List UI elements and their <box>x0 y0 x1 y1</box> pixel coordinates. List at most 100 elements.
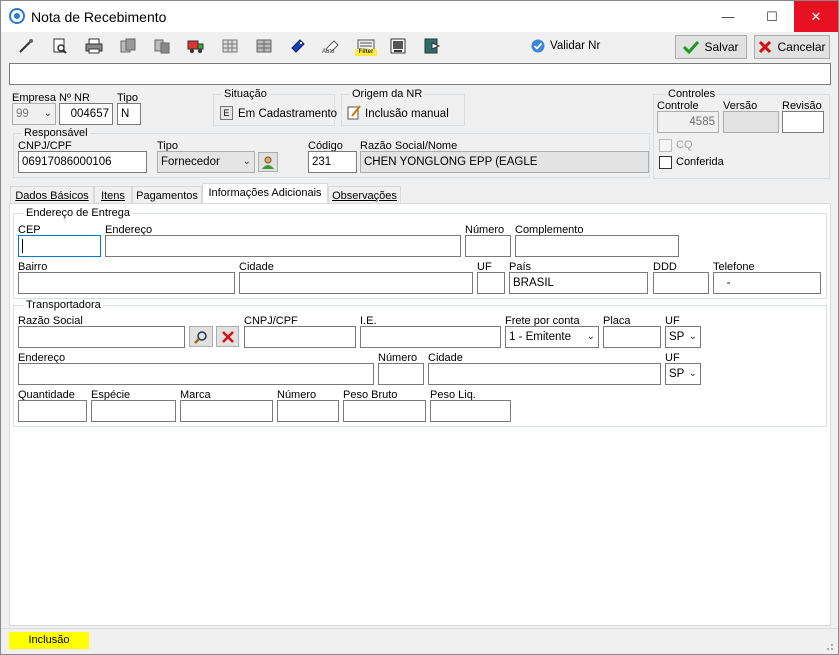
conferida-checkbox[interactable] <box>659 156 672 169</box>
origem-title: Origem da NR <box>350 88 425 100</box>
preview-icon[interactable] <box>51 38 69 56</box>
search-icon <box>194 330 207 344</box>
marca-field[interactable] <box>180 400 273 422</box>
endereco-entrega-title: Endereço de Entrega <box>24 207 132 219</box>
grid-icon[interactable] <box>221 38 239 56</box>
print-icon[interactable] <box>85 38 103 56</box>
chevron-down-icon: ⌄ <box>242 156 251 167</box>
cancel-button[interactable]: Cancelar <box>754 35 830 59</box>
toolbar: Auto Filter Validar Nr Salvar Cancelar <box>9 34 831 60</box>
minimize-button[interactable]: — <box>706 1 750 32</box>
window: Nota de Recebimento — ☐ ✕ Auto Filter Va… <box>0 0 839 655</box>
telefone-field[interactable]: - <box>713 272 821 294</box>
ie-field[interactable] <box>360 326 501 348</box>
especie-field[interactable] <box>91 400 176 422</box>
versao-field <box>723 111 779 133</box>
auto-label: Auto <box>322 49 335 55</box>
razao-field: CHEN YONGLONG EPP (EAGLE <box>360 151 649 173</box>
message-bar <box>9 63 831 85</box>
transp-uf-select[interactable]: SP ⌄ <box>665 326 701 348</box>
copy-icon[interactable] <box>119 38 137 56</box>
save-label: Salvar <box>704 40 739 54</box>
transp-cnpj-field[interactable] <box>244 326 356 348</box>
cancel-label: Cancelar <box>777 40 826 54</box>
save-button[interactable]: Salvar <box>675 35 747 59</box>
close-button[interactable]: ✕ <box>794 1 838 32</box>
copy-alt-icon[interactable] <box>153 38 171 56</box>
responsavel-title: Responsável <box>22 127 90 139</box>
origem-group: Origem da NR Inclusão manual <box>341 88 465 126</box>
tipo-field[interactable]: N <box>117 103 141 125</box>
pencil-note-icon <box>347 105 361 120</box>
peso-bruto-field[interactable] <box>343 400 426 422</box>
nr-field[interactable]: 004657 <box>59 103 113 125</box>
resize-grip-icon[interactable] <box>824 641 834 651</box>
transp-endereco-field[interactable] <box>18 363 374 385</box>
numero2-field[interactable] <box>277 400 339 422</box>
cq-checkbox[interactable] <box>659 139 672 152</box>
numero-field[interactable] <box>465 235 511 257</box>
chevron-down-icon: ⌄ <box>43 108 52 119</box>
image-icon[interactable] <box>389 38 407 56</box>
chevron-down-icon: ⌄ <box>586 331 595 342</box>
resp-tipo-select[interactable]: Fornecedor ⌄ <box>157 151 255 173</box>
title-bar: Nota de Recebimento — ☐ ✕ <box>1 1 838 32</box>
endereco-field[interactable] <box>105 235 461 257</box>
app-icon <box>9 8 25 24</box>
user-lookup-button[interactable] <box>258 152 278 172</box>
validate-nr-label: Validar Nr <box>550 40 601 52</box>
search-button[interactable] <box>189 326 213 347</box>
pais-field[interactable]: BRASIL <box>509 272 648 294</box>
user-icon <box>262 156 274 169</box>
situacao-group: Situação E Em Cadastramento <box>213 88 338 126</box>
x-icon <box>221 330 234 343</box>
cq-label: CQ <box>676 139 693 151</box>
cidade-field[interactable] <box>239 272 473 294</box>
empresa-select[interactable]: 99 ⌄ <box>12 103 56 125</box>
filter-icon[interactable]: Filter <box>355 38 377 56</box>
wand-icon[interactable] <box>17 38 35 56</box>
x-icon <box>759 40 772 54</box>
cep-field[interactable] <box>18 235 101 257</box>
codigo-field[interactable]: 231 <box>308 151 357 173</box>
situacao-badge-icon: E <box>220 106 233 120</box>
filter-label: Filter <box>355 49 377 56</box>
tag-icon[interactable] <box>289 38 307 56</box>
validate-nr-button[interactable]: Validar Nr <box>531 39 600 53</box>
clear-button[interactable] <box>216 326 239 347</box>
placa-field[interactable] <box>603 326 661 348</box>
transp-razao-field[interactable] <box>18 326 185 348</box>
transp-uf2-select[interactable]: SP ⌄ <box>665 363 701 385</box>
check-icon <box>683 40 700 54</box>
peso-liq-field[interactable] <box>430 400 511 422</box>
bairro-field[interactable] <box>18 272 235 294</box>
ddd-field[interactable] <box>653 272 709 294</box>
status-mode: Inclusão <box>9 632 89 649</box>
chevron-down-icon: ⌄ <box>688 368 697 379</box>
tab-informacoes-adicionais[interactable]: Informações Adicionais <box>202 183 328 205</box>
origem-value: Inclusão manual <box>365 108 449 120</box>
text-cursor <box>22 239 23 253</box>
controles-title: Controles <box>666 88 718 100</box>
uf-field[interactable] <box>477 272 505 294</box>
auto-icon[interactable]: Auto <box>321 38 343 56</box>
status-bar: Inclusão <box>1 628 838 654</box>
conferida-label: Conferida <box>676 156 724 168</box>
frete-select[interactable]: 1 - Emitente ⌄ <box>505 326 599 348</box>
transp-numero-field[interactable] <box>378 363 424 385</box>
quantidade-field[interactable] <box>18 400 87 422</box>
controle-field: 4585 <box>657 111 719 133</box>
transp-cidade-field[interactable] <box>428 363 661 385</box>
complemento-field[interactable] <box>515 235 679 257</box>
grid-alt-icon[interactable] <box>255 38 273 56</box>
cnpj-field[interactable]: 06917086000106 <box>18 151 147 173</box>
maximize-button[interactable]: ☐ <box>750 1 794 32</box>
transportadora-title: Transportadora <box>24 299 103 311</box>
truck-icon[interactable] <box>187 38 205 56</box>
situacao-value: Em Cadastramento <box>238 108 338 120</box>
export-icon[interactable] <box>423 38 441 56</box>
revisao-field[interactable] <box>782 111 824 133</box>
situacao-title: Situação <box>222 88 269 100</box>
chevron-down-icon: ⌄ <box>688 331 697 342</box>
window-title: Nota de Recebimento <box>31 9 167 25</box>
